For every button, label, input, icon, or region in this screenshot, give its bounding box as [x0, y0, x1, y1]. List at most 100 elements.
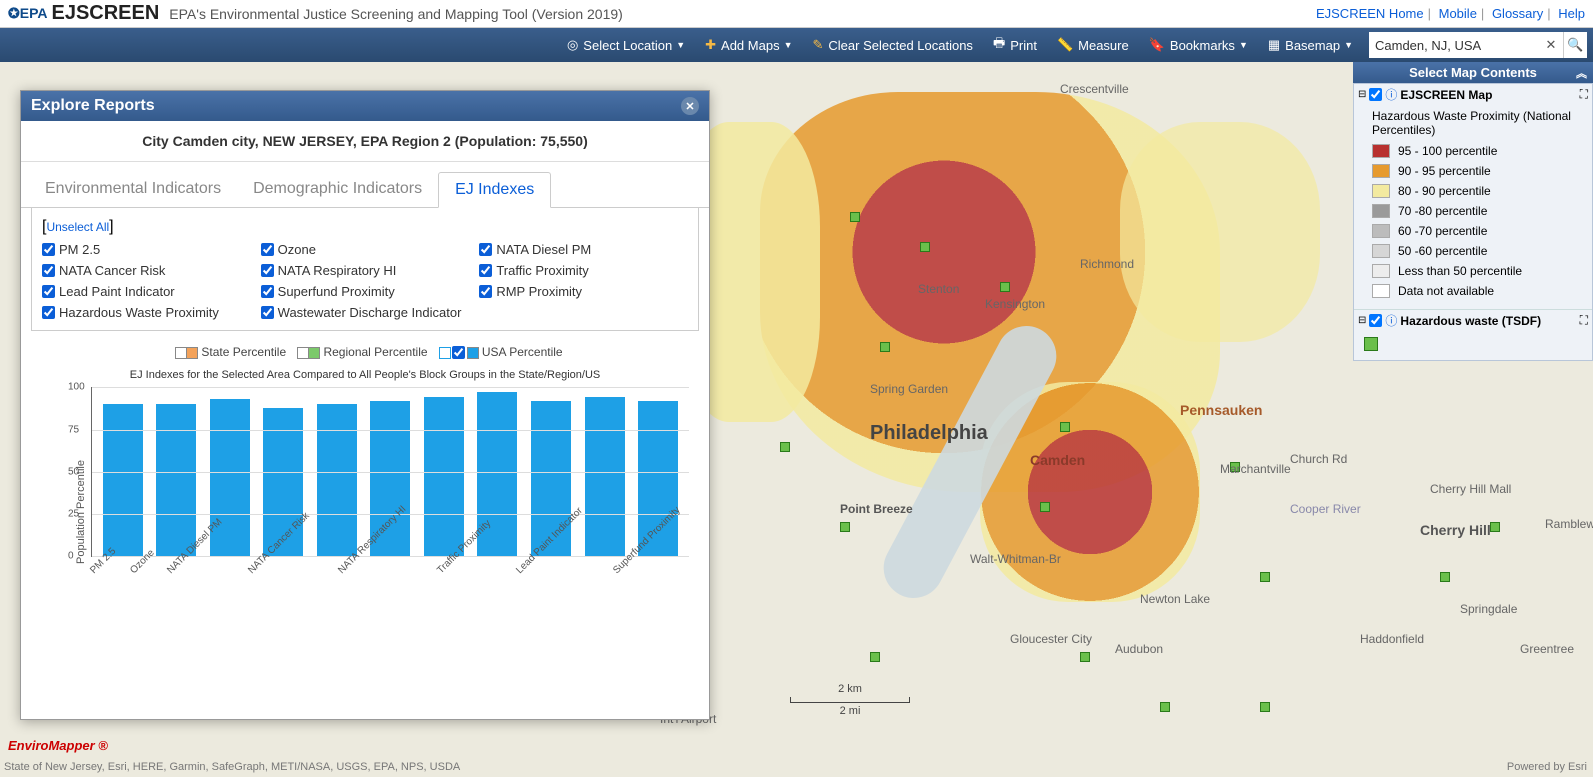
collapse-icon[interactable]: ︽	[1576, 65, 1587, 81]
tsdf-marker[interactable]	[840, 522, 850, 532]
info-icon[interactable]: ⓘ	[1385, 312, 1397, 329]
place-label: Point Breeze	[840, 502, 913, 516]
app-name: EJSCREEN	[51, 2, 159, 25]
place-label: Haddonfield	[1360, 632, 1424, 646]
chart-legend: State Percentile Regional Percentile USA…	[21, 341, 709, 363]
indicator-check[interactable]: Hazardous Waste Proximity	[42, 305, 251, 320]
layer-checkbox[interactable]	[1369, 88, 1382, 101]
place-label: Audubon	[1115, 642, 1163, 656]
info-icon[interactable]: ⓘ	[1385, 86, 1397, 103]
bookmark-icon: 🔖	[1149, 37, 1165, 53]
tsdf-marker[interactable]	[880, 342, 890, 352]
indicator-check[interactable]: Wastewater Discharge Indicator	[261, 305, 470, 320]
search-input[interactable]	[1369, 38, 1539, 53]
layer-hazwaste[interactable]: ⊟ ⓘ Hazardous waste (TSDF) ⛶	[1354, 309, 1592, 331]
tsdf-marker[interactable]	[850, 212, 860, 222]
chart-bar	[156, 404, 196, 556]
measure-button[interactable]: 📏Measure	[1047, 28, 1139, 62]
place-label: Cooper River	[1290, 502, 1361, 516]
eraser-icon: ✎	[813, 37, 824, 53]
tsdf-marker[interactable]	[920, 242, 930, 252]
link-help[interactable]: Help	[1558, 6, 1585, 21]
tsdf-marker[interactable]	[1040, 502, 1050, 512]
grid-icon: ▦	[1268, 37, 1280, 53]
tsdf-marker[interactable]	[1260, 572, 1270, 582]
place-label: Church Rd	[1290, 452, 1347, 466]
indicator-check[interactable]: PM 2.5	[42, 242, 251, 257]
indicator-check[interactable]: NATA Diesel PM	[479, 242, 688, 257]
tsdf-marker[interactable]	[1060, 422, 1070, 432]
layer-ejscreen[interactable]: ⊟ ⓘ EJSCREEN Map ⛶	[1354, 84, 1592, 105]
legend-item: Data not available	[1372, 281, 1582, 301]
header-links: EJSCREEN Home| Mobile| Glossary| Help	[1316, 6, 1585, 21]
tab-environmental[interactable]: Environmental Indicators	[29, 172, 237, 207]
app-header: ✪EPA EJSCREEN EPA's Environmental Justic…	[0, 0, 1593, 28]
indicator-check[interactable]: NATA Cancer Risk	[42, 263, 251, 278]
indicator-check[interactable]: Superfund Proximity	[261, 284, 470, 299]
plus-icon: ✚	[705, 37, 716, 53]
select-location-menu[interactable]: ◎Select Location▼	[557, 28, 695, 62]
tsdf-marker[interactable]	[1440, 572, 1450, 582]
indicator-check[interactable]: RMP Proximity	[479, 284, 688, 299]
indicator-check[interactable]: NATA Respiratory HI	[261, 263, 470, 278]
basemap-menu[interactable]: ▦Basemap▼	[1258, 28, 1363, 62]
link-mobile[interactable]: Mobile	[1439, 6, 1477, 21]
print-button[interactable]: 🖶Print	[983, 28, 1047, 62]
panel-title-bar[interactable]: Explore Reports ✕	[21, 91, 709, 121]
bookmarks-menu[interactable]: 🔖Bookmarks▼	[1139, 28, 1258, 62]
tab-demographic[interactable]: Demographic Indicators	[237, 172, 438, 207]
tsdf-marker[interactable]	[1080, 652, 1090, 662]
place-label: Ramblew	[1545, 517, 1593, 531]
usa-percentile-toggle[interactable]	[452, 346, 465, 359]
chart-bar	[103, 404, 143, 556]
legend-item: 50 -60 percentile	[1372, 241, 1582, 261]
clear-search-icon[interactable]: ✕	[1539, 32, 1563, 58]
report-subtitle: City Camden city, NEW JERSEY, EPA Region…	[21, 121, 709, 162]
legend-item: 60 -70 percentile	[1372, 221, 1582, 241]
place-label: Springdale	[1460, 602, 1517, 616]
explore-reports-panel: Explore Reports ✕ City Camden city, NEW …	[20, 90, 710, 720]
link-glossary[interactable]: Glossary	[1492, 6, 1543, 21]
powered-by: Powered by Esri	[1507, 761, 1587, 773]
map-attribution: State of New Jersey, Esri, HERE, Garmin,…	[4, 761, 460, 773]
tsdf-marker[interactable]	[1000, 282, 1010, 292]
map-contents-panel: Select Map Contents ︽ ⊟ ⓘ EJSCREEN Map ⛶…	[1353, 62, 1593, 361]
add-maps-menu[interactable]: ✚Add Maps▼	[695, 28, 802, 62]
search-box: ✕ 🔍	[1369, 32, 1587, 58]
tsdf-marker[interactable]	[1490, 522, 1500, 532]
unselect-all-link[interactable]: Unselect All	[46, 220, 109, 234]
indicator-check[interactable]: Traffic Proximity	[479, 263, 688, 278]
indicator-check[interactable]: Lead Paint Indicator	[42, 284, 251, 299]
epa-logo: ✪EPA	[8, 5, 47, 22]
map-contents-title[interactable]: Select Map Contents ︽	[1353, 62, 1593, 83]
scale-bar: 2 km 2 mi	[790, 683, 910, 717]
tsdf-marker[interactable]	[1230, 462, 1240, 472]
sublayer-title: Hazardous Waste Proximity (National Perc…	[1372, 109, 1582, 137]
chart-title: EJ Indexes for the Selected Area Compare…	[21, 369, 709, 381]
place-label: Newton Lake	[1140, 592, 1210, 606]
link-home[interactable]: EJSCREEN Home	[1316, 6, 1424, 21]
expand-icon[interactable]: ⛶	[1580, 87, 1588, 102]
hazwaste-legend	[1354, 331, 1592, 360]
tsdf-marker[interactable]	[870, 652, 880, 662]
indicator-check[interactable]: Ozone	[261, 242, 470, 257]
close-icon[interactable]: ✕	[681, 97, 699, 115]
place-label: Gloucester City	[1010, 632, 1092, 646]
legend-item: 90 - 95 percentile	[1372, 161, 1582, 181]
tsdf-marker[interactable]	[1260, 702, 1270, 712]
indicator-checkboxes: [Unselect All] PM 2.5 Ozone NATA Diesel …	[31, 208, 699, 331]
place-label: Cherry Hill Mall	[1430, 482, 1511, 496]
legend-item: Less than 50 percentile	[1372, 261, 1582, 281]
tsdf-marker[interactable]	[780, 442, 790, 452]
legend-item: 95 - 100 percentile	[1372, 141, 1582, 161]
search-icon[interactable]: 🔍	[1563, 32, 1587, 58]
tab-ej-indexes[interactable]: EJ Indexes	[438, 172, 551, 208]
tsdf-marker[interactable]	[1160, 702, 1170, 712]
clear-locations-button[interactable]: ✎Clear Selected Locations	[803, 28, 983, 62]
layer-checkbox[interactable]	[1369, 314, 1382, 327]
place-label: Greentree	[1520, 642, 1574, 656]
expand-icon[interactable]: ⛶	[1580, 313, 1588, 328]
ruler-icon: 📏	[1057, 37, 1073, 53]
legend-item: 70 -80 percentile	[1372, 201, 1582, 221]
target-icon: ◎	[567, 37, 578, 53]
